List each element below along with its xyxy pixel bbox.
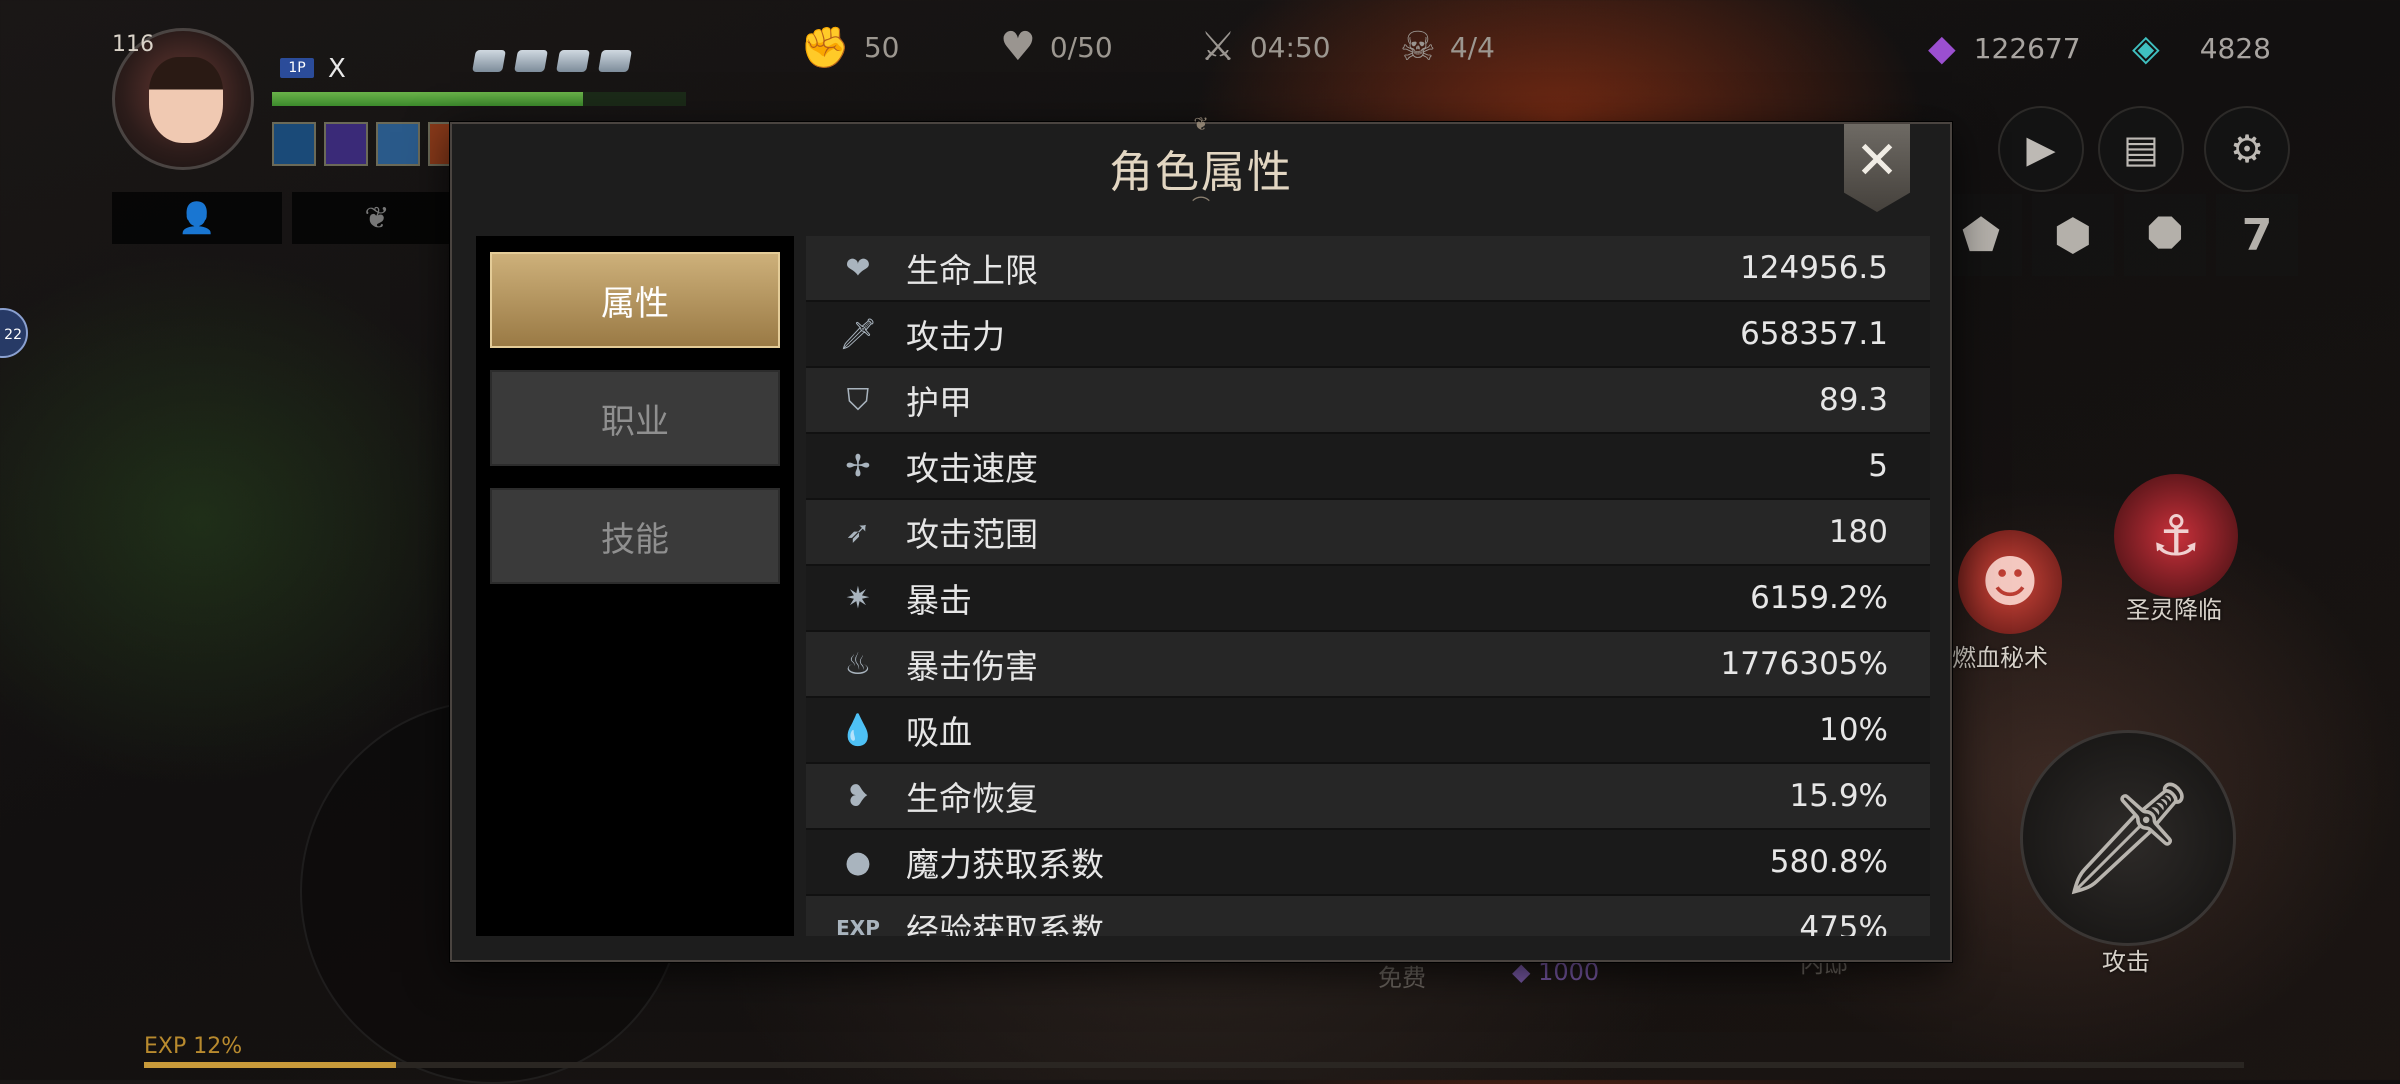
title-ornament-top: ❦ [1193,114,1209,135]
quick-slot-row: 👤 ❦ [112,192,462,244]
sword-icon: 🗡 [2058,773,2198,902]
close-icon: ✕ [1855,131,1899,191]
inventory-button[interactable]: ▤ [2098,106,2184,192]
purple-gem-icon: ◆ [1512,958,1531,986]
blood-skill-label: 燃血秘术 [1952,644,2048,672]
blood-skill-icon: ☻ [1980,549,2040,615]
trident-icon: ⚓ [2150,503,2202,569]
hud-stat-timer: ⚔ 04:50 [1200,24,1331,70]
attack-label: 攻击 [2102,948,2150,976]
play-icon: ▶ [2026,127,2056,171]
attribute-row-mana-gain: ● 魔力获取系数 580.8% [806,830,1930,894]
fist-icon: ✊ [800,25,850,71]
demon-mask-icon: ☠ [1400,24,1436,70]
rune-slot-4[interactable]: 7 [2216,194,2298,276]
attribute-tabs: 属性 职业 技能 [476,236,794,936]
hud-stat-stamina: ♥ 0/50 [1000,24,1113,70]
player-hp-bar [272,92,686,106]
dialog-title: 角色属性 [1109,147,1293,198]
currency-crystal[interactable]: ◈ 4828 [2132,28,2271,69]
holy-skill-button[interactable]: ⚓ [2114,474,2238,598]
free-label: 免费 [1378,964,1426,992]
chest-icon: ▤ [2123,127,2159,171]
leaf-icon: ❦ [292,192,462,244]
person-icon: 👤 [112,192,282,244]
mana-orb-icon: ● [844,844,872,880]
character-slot[interactable]: 👤 [112,192,282,244]
currency-purple[interactable]: ◆ 122677 [1928,28,2081,69]
attribute-row-attack-range: ➶ 攻击范围 180 [806,500,1930,564]
heart-icon: ❤ [845,250,871,286]
buff-gem-icon [472,50,506,72]
buff-icon-row [272,122,472,166]
attribute-list[interactable]: ❤ 生命上限 124956.5 🗡 攻击力 658357.1 ⛉ 护甲 89.3… [806,236,1930,936]
heart-regen-icon: ❥ [845,778,871,814]
side-notification-badge[interactable]: 22 [0,308,28,358]
attribute-row-armor: ⛉ 护甲 89.3 [806,368,1930,432]
buff-gem-icon [598,50,632,72]
octagon-rune-icon: ⯃ [2147,209,2183,261]
critical-burst-icon: ✷ [845,580,871,616]
buff-gem-icon [514,50,548,72]
auto-play-button[interactable]: ▶ [1998,106,2084,192]
flame-claw-icon: ♨ [844,646,872,682]
tab-class[interactable]: 职业 [490,370,780,466]
party-badge: 1P [280,58,314,78]
settings-button[interactable]: ⚙ [2204,106,2290,192]
item-slot[interactable]: ❦ [292,192,462,244]
player-name: X [328,54,346,84]
exp-icon: EXP [836,916,880,936]
pentagon-rune-icon: ⬟ [1961,209,2001,261]
exp-label: EXP 12% [144,1034,243,1059]
crystal-icon: ◈ [2132,28,2160,69]
blood-skill-button[interactable]: ☻ [1958,530,2062,634]
cost-display[interactable]: ◆ 1000 [1512,958,1599,986]
character-attributes-dialog: ❦ 角色属性 ⌒ ✕ 属性 职业 技能 ❤ 生命上限 124956.5 🗡 攻击… [450,114,1952,962]
shield-icon: ⛉ [846,382,870,418]
attribute-row-exp-gain: EXP 经验获取系数 475% [806,896,1930,936]
attribute-row-attack: 🗡 攻击力 658357.1 [806,302,1930,366]
arrow-range-icon: ➶ [845,514,871,550]
anchor-buff-icon[interactable] [272,122,316,166]
purple-gem-icon: ◆ [1928,28,1956,69]
attribute-row-crit: ✷ 暴击 6159.2% [806,566,1930,630]
attribute-row-regen: ❥ 生命恢复 15.9% [806,764,1930,828]
frost-buff-icon[interactable] [376,122,420,166]
hexagon-rune-icon: ⬢ [2053,209,2093,261]
player-level: 116 [112,32,154,57]
title-ornament-bottom: ⌒ [1192,196,1210,217]
exp-bar [144,1062,2244,1068]
tab-attributes[interactable]: 属性 [490,252,780,348]
attribute-row-attack-speed: ✢ 攻击速度 5 [806,434,1930,498]
crossed-swords-icon: ⚔ [1200,24,1236,70]
hud-stat-power: ✊ 50 [800,25,900,71]
tab-skills[interactable]: 技能 [490,488,780,584]
runner-buff-icon[interactable] [324,122,368,166]
holy-skill-label: 圣灵降临 [2126,596,2222,624]
attribute-row-crit-damage: ♨ 暴击伤害 1776305% [806,632,1930,696]
rune-slot-1[interactable]: ⬟ [1940,194,2022,276]
blood-drop-icon: 💧 [839,712,877,748]
rune-slot-3[interactable]: ⯃ [2124,194,2206,276]
attribute-row-hp: ❤ 生命上限 124956.5 [806,236,1930,300]
buff-gem-icon [556,50,590,72]
sword-icon: 🗡 [838,316,878,352]
gear-icon: ⚙ [2229,127,2265,171]
attack-button[interactable]: 🗡 [2020,730,2236,946]
hud-stat-bosses: ☠ 4/4 [1400,24,1495,70]
heart-pulse-icon: ♥ [1000,24,1036,70]
rune-slot-2[interactable]: ⬢ [2032,194,2114,276]
winged-speed-icon: ✢ [845,448,871,484]
attribute-row-lifesteal: 💧 吸血 10% [806,698,1930,762]
